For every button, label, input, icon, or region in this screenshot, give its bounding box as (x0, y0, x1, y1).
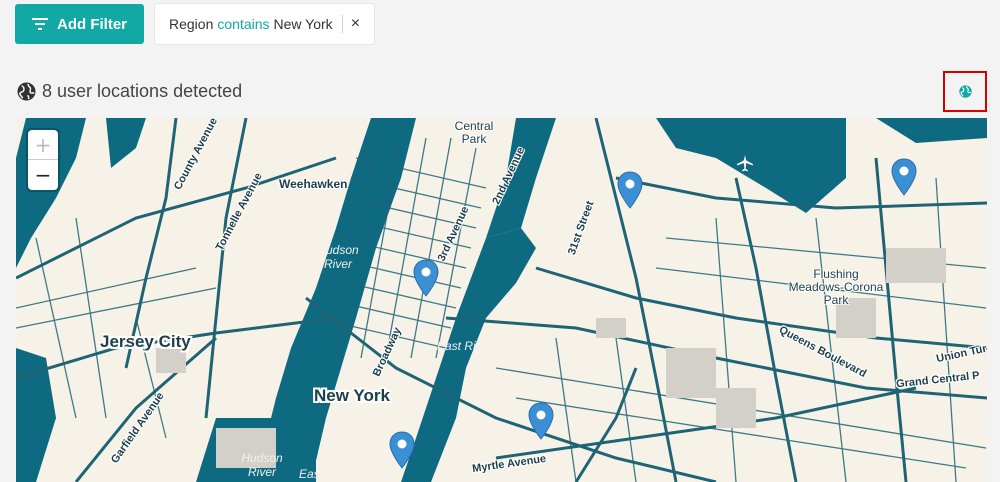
filter-field: Region (169, 16, 214, 32)
zoom-in-button[interactable]: + (28, 130, 58, 160)
chip-divider (341, 15, 343, 33)
globe-view-button[interactable] (943, 71, 987, 112)
filter-lines-icon (32, 18, 48, 30)
label-new-york: New York (314, 386, 390, 405)
add-filter-button[interactable]: Add Filter (15, 4, 144, 44)
globe-icon (958, 85, 972, 98)
label-east-river-1: East River (437, 339, 493, 353)
zoom-out-button[interactable]: − (28, 160, 58, 190)
map-pin-icon[interactable] (891, 158, 917, 196)
close-icon[interactable]: × (351, 16, 360, 32)
add-filter-label: Add Filter (57, 15, 127, 33)
locations-summary: 8 user locations detected (17, 80, 242, 102)
filter-value: New York (273, 16, 333, 32)
label-central-park: Central Park (454, 119, 494, 146)
filter-toolbar: Add Filter Region contains New York × (15, 4, 375, 44)
map-pin-icon[interactable] (413, 259, 439, 297)
user-locations-map[interactable]: + − Jersey City New York Weehawken Hudso… (16, 118, 987, 482)
label-flushing-park: Flushing Meadows-Corona Park (788, 267, 884, 307)
globe-icon (17, 81, 36, 101)
locations-count-text: 8 user locations detected (42, 80, 243, 101)
map-pin-icon[interactable] (617, 171, 643, 209)
map-pin-icon[interactable] (528, 402, 554, 440)
label-hudson-river-2: Hudson River (241, 451, 283, 479)
label-hudson-river-1: Hudson River (317, 243, 359, 271)
filter-operator: contains (217, 16, 270, 32)
filter-chip[interactable]: Region contains New York × (155, 4, 375, 44)
zoom-control: + − (28, 130, 58, 190)
label-jersey-city: Jersey City (100, 332, 191, 351)
label-east-river-2: East River (299, 467, 355, 481)
map-pin-icon[interactable] (389, 431, 415, 469)
airport-icon (736, 153, 754, 173)
label-weehawken: Weehawken (279, 177, 348, 191)
